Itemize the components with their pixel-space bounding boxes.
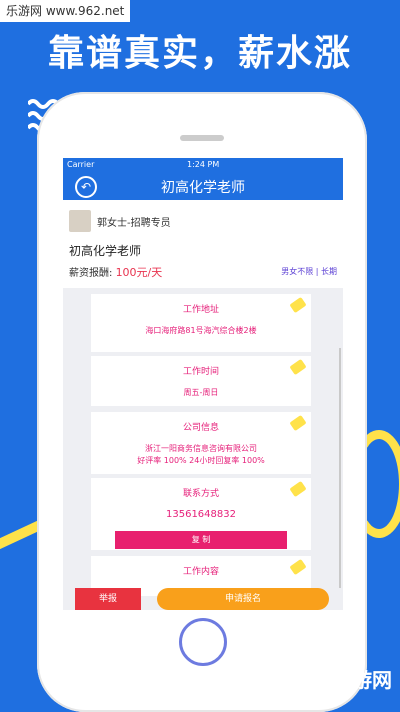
home-button[interactable]: [179, 618, 227, 666]
carrier: Carrier: [67, 160, 95, 169]
apply-button[interactable]: 申请报名: [157, 588, 329, 610]
watermark-top: 乐游网 www.962.net: [0, 0, 131, 22]
company-name: 浙江一阳商务信息咨询有限公司: [145, 444, 257, 453]
card-text: 浙江一阳商务信息咨询有限公司 好评率 100% 24小时回复率 100%: [91, 443, 311, 467]
card-text: 周五-周日: [183, 388, 219, 397]
copy-button[interactable]: 复 制: [115, 531, 287, 549]
card-title: 工作内容: [182, 567, 219, 577]
card-title: 工作时间: [182, 367, 219, 377]
job-tags: 男女不限 | 长期: [281, 267, 337, 276]
card-title: 联系方式: [182, 489, 219, 499]
status-time: 1:24 PM: [187, 160, 220, 169]
card-hours: 工作时间 周五-周日: [91, 356, 311, 406]
poster-name: 郭女士-招聘专员: [97, 218, 171, 229]
nav-title: 初高化学老师: [161, 180, 245, 196]
headline: 靠谱真实，薪水涨: [47, 33, 352, 74]
job-header: 郭女士-招聘专员 初高化学老师 薪资报酬: 100元/天 男女不限 | 长期: [63, 200, 343, 288]
report-button[interactable]: 举报: [75, 588, 141, 610]
status-bar: Carrier 1:24 PM: [63, 158, 343, 172]
salary-label: 薪资报酬:: [69, 268, 113, 279]
bottom-bar: 举报 申请报名: [63, 588, 343, 610]
salary-value: 100元/天: [115, 266, 163, 279]
job-title: 初高化学老师: [69, 244, 142, 258]
card-company: 公司信息 浙江一阳商务信息咨询有限公司 好评率 100% 24小时回复率 100…: [91, 412, 311, 474]
speaker: [180, 135, 224, 141]
app-screen: Carrier 1:24 PM ↶ 初高化学老师 郭女士-招聘专员 初高化学老师…: [63, 158, 343, 610]
salary: 薪资报酬: 100元/天: [69, 264, 162, 280]
company-rating: 好评率 100% 24小时回复率 100%: [137, 456, 265, 465]
card-contact: 联系方式 13561648832 复 制: [91, 478, 311, 550]
card-address: 工作地址 海口海府路81号海汽综合楼2楼: [91, 294, 311, 352]
card-title: 工作地址: [182, 305, 219, 315]
card-text: 海口海府路81号海汽综合楼2楼: [145, 326, 257, 335]
avatar: [69, 210, 91, 232]
phone-number: 13561648832: [166, 509, 236, 520]
watermark-bottom: 962.NET 乐游网: [231, 668, 392, 692]
card-title: 公司信息: [182, 423, 219, 433]
nav-bar: ↶ 初高化学老师: [63, 172, 343, 200]
scrollbar[interactable]: [339, 348, 341, 588]
